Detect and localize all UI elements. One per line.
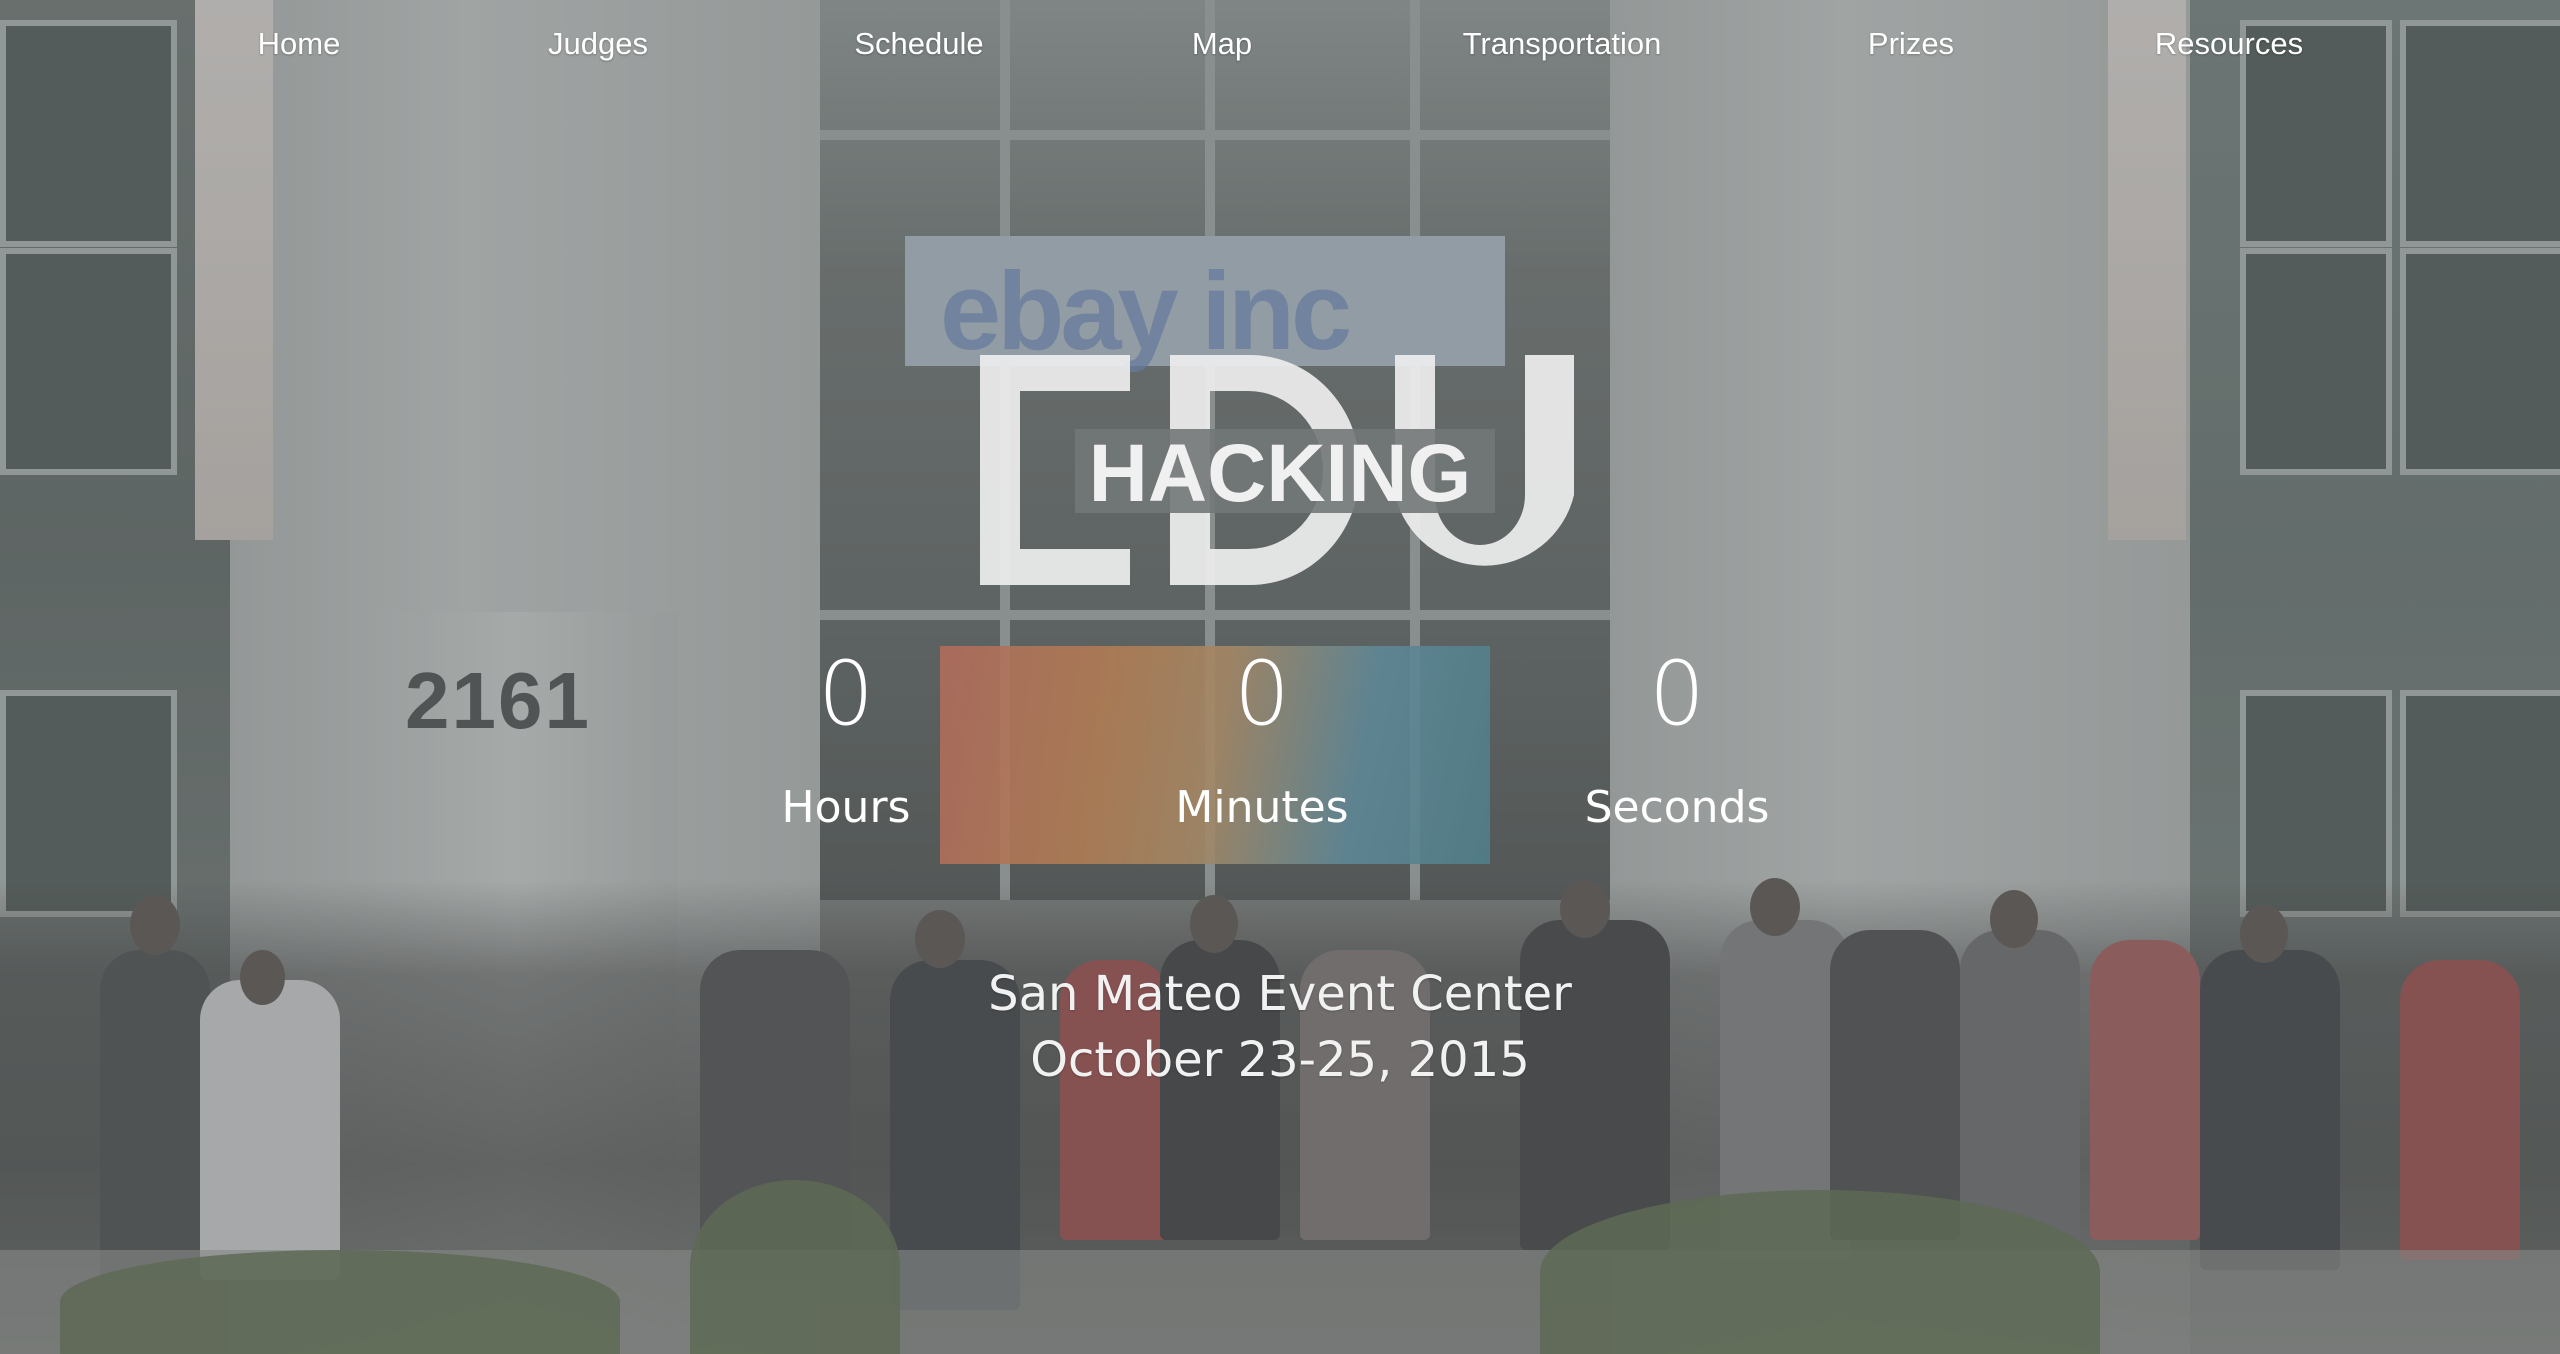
logo-graphic: HACKING: [980, 355, 1574, 585]
nav-link-home[interactable]: Home: [258, 26, 341, 62]
top-navigation: Home Judges Schedule Map Transportation …: [0, 0, 2560, 90]
nav-link-judges[interactable]: Judges: [548, 26, 648, 62]
countdown-seconds-value: 0: [1649, 642, 1705, 745]
nav-link-schedule[interactable]: Schedule: [854, 26, 983, 62]
countdown-minutes-value: 0: [1234, 642, 1290, 745]
nav-link-map[interactable]: Map: [1192, 26, 1252, 62]
hackingedu-logo: HACKING: [980, 355, 1574, 585]
countdown-hours-value: 0: [818, 642, 874, 745]
nav-link-prizes[interactable]: Prizes: [1868, 26, 1954, 62]
logo-overlay-text: HACKING: [1089, 428, 1472, 519]
countdown-minutes-label: Minutes: [1175, 782, 1349, 833]
event-dates: October 23-25, 2015: [1030, 1032, 1530, 1088]
nav-link-resources[interactable]: Resources: [2155, 26, 2303, 62]
nav-link-transportation[interactable]: Transportation: [1463, 26, 1662, 62]
event-venue: San Mateo Event Center: [988, 966, 1572, 1022]
countdown-hours-label: Hours: [781, 782, 911, 833]
countdown-seconds-label: Seconds: [1584, 782, 1770, 833]
